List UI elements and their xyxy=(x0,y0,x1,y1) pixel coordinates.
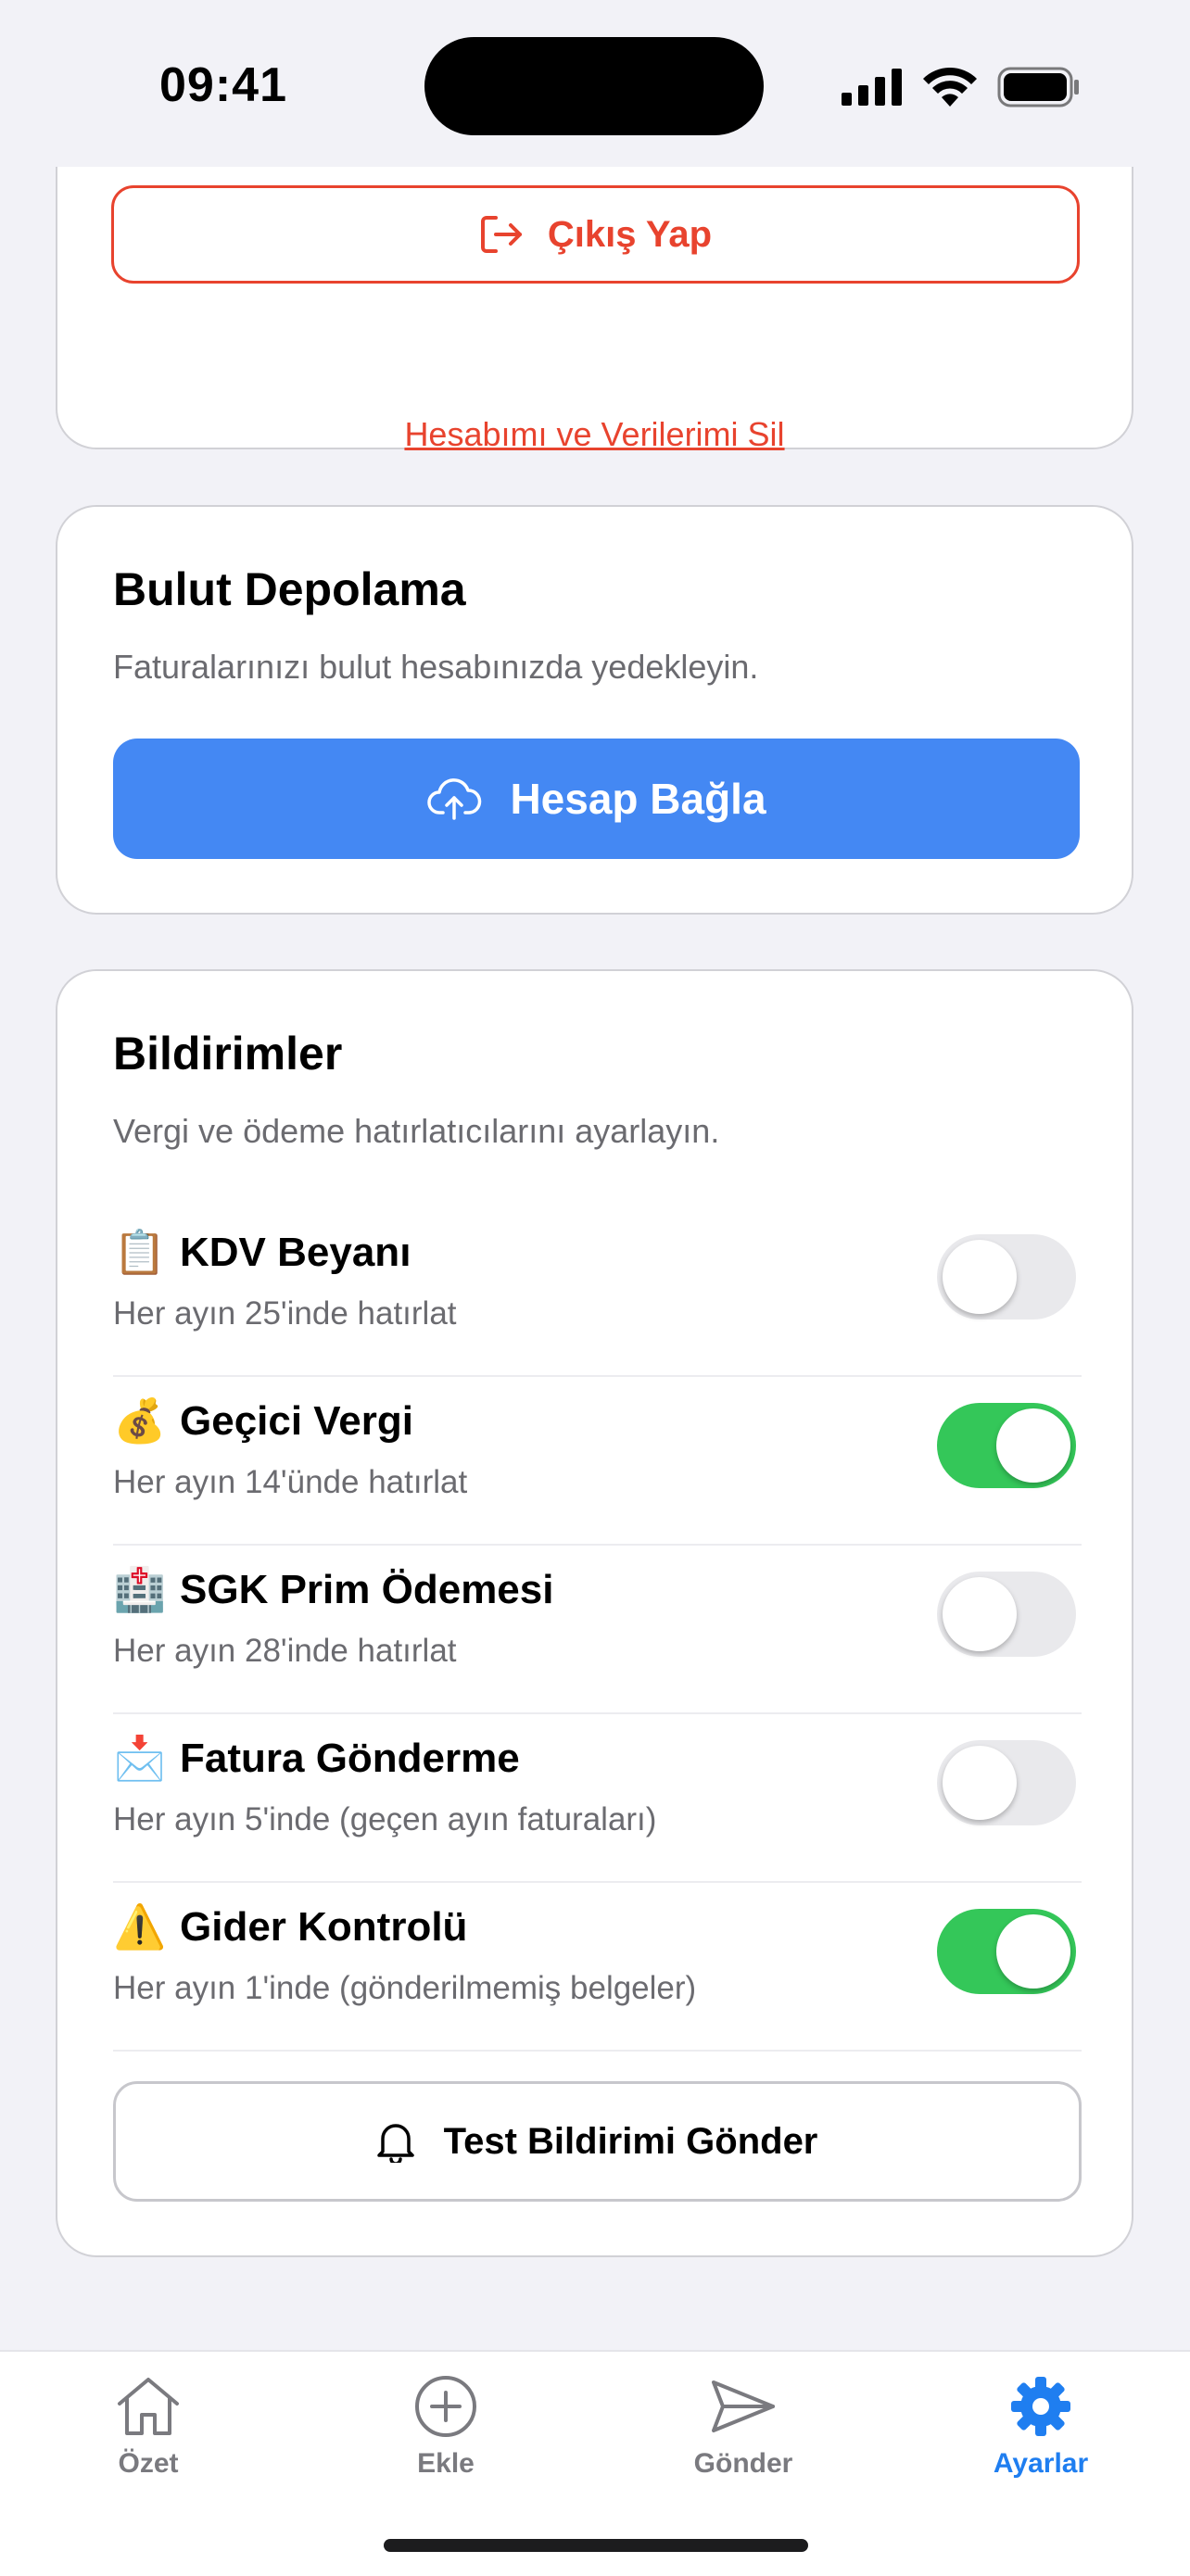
wifi-icon xyxy=(923,68,977,107)
clipboard-icon: 📋 xyxy=(113,1227,167,1277)
toggle-knob xyxy=(996,1408,1070,1483)
toggle-kdv[interactable] xyxy=(937,1234,1076,1320)
notification-row-fatura: 📩 Fatura Gönderme Her ayın 5'inde (geçen… xyxy=(113,1714,1082,1883)
toggle-gider[interactable] xyxy=(937,1909,1076,1994)
notification-title: Fatura Gönderme xyxy=(180,1735,520,1781)
home-indicator xyxy=(384,2539,808,2552)
logout-label: Çıkış Yap xyxy=(547,213,713,255)
cloud-storage-card: Bulut Depolama Faturalarınızı bulut hesa… xyxy=(56,505,1133,915)
notification-desc: Her ayın 5'inde (geçen ayın faturaları) xyxy=(113,1801,657,1837)
notification-desc: Her ayın 28'inde hatırlat xyxy=(113,1633,457,1669)
logout-button[interactable]: Çıkış Yap xyxy=(111,185,1080,284)
notifications-card: Bildirimler Vergi ve ödeme hatırlatıcıla… xyxy=(56,969,1133,2257)
envelope-icon: 📩 xyxy=(113,1733,167,1783)
notification-desc: Her ayın 1'inde (gönderilmemiş belgeler) xyxy=(113,1970,697,2006)
status-time: 09:41 xyxy=(159,58,287,112)
notification-row-gider: ⚠️ Gider Kontrolü Her ayın 1'inde (gönde… xyxy=(113,1883,1082,2052)
send-icon xyxy=(712,2380,775,2432)
tab-label: Gönder xyxy=(693,2448,793,2479)
notification-row-gecici-vergi: 💰 Geçici Vergi Her ayın 14'ünde hatırlat xyxy=(113,1377,1082,1546)
cloud-upload-icon xyxy=(427,778,482,820)
tab-ekle[interactable]: Ekle xyxy=(353,2370,538,2480)
gear-icon xyxy=(1011,2377,1070,2436)
tab-ayarlar[interactable]: Ayarlar xyxy=(948,2370,1133,2480)
notifications-title: Bildirimler xyxy=(113,1028,343,1080)
tab-label: Ekle xyxy=(417,2448,475,2479)
notification-row-sgk: 🏥 SGK Prim Ödemesi Her ayın 28'inde hatı… xyxy=(113,1546,1082,1714)
notification-title: KDV Beyanı xyxy=(180,1229,411,1275)
toggle-knob xyxy=(943,1240,1017,1314)
status-icons xyxy=(842,65,1081,109)
hospital-icon: 🏥 xyxy=(113,1564,167,1614)
test-notification-label: Test Bildirimi Gönder xyxy=(443,2120,818,2162)
notification-list: 📋 KDV Beyanı Her ayın 25'inde hatırlat 💰… xyxy=(113,1208,1082,2052)
toggle-gecici-vergi[interactable] xyxy=(937,1403,1076,1488)
notification-title: Gider Kontrolü xyxy=(180,1903,468,1950)
test-notification-button[interactable]: Test Bildirimi Gönder xyxy=(113,2081,1082,2202)
home-icon xyxy=(118,2378,179,2435)
dynamic-island xyxy=(424,37,764,135)
tab-label: Özet xyxy=(118,2448,179,2479)
tab-gonder[interactable]: Gönder xyxy=(651,2370,836,2480)
cloud-card-subtitle: Faturalarınızı bulut hesabınızda yedekle… xyxy=(113,648,759,686)
bell-icon xyxy=(376,2124,414,2163)
notification-title: SGK Prim Ödemesi xyxy=(180,1566,554,1612)
delete-account-link[interactable]: Hesabımı ve Verilerimi Sil xyxy=(57,415,1132,454)
notification-desc: Her ayın 25'inde hatırlat xyxy=(113,1295,457,1332)
battery-icon xyxy=(997,67,1079,107)
cellular-signal-icon xyxy=(842,69,902,106)
notifications-subtitle: Vergi ve ödeme hatırlatıcılarını ayarlay… xyxy=(113,1112,720,1150)
status-bar: 09:41 xyxy=(0,0,1190,167)
toggle-fatura[interactable] xyxy=(937,1740,1076,1825)
logout-icon xyxy=(480,216,522,253)
tab-label: Ayarlar xyxy=(993,2448,1089,2479)
toggle-knob xyxy=(996,1914,1070,1989)
connect-account-button[interactable]: Hesap Bağla xyxy=(113,739,1080,859)
notification-title: Geçici Vergi xyxy=(180,1397,413,1444)
connect-account-label: Hesap Bağla xyxy=(510,775,766,823)
toggle-sgk[interactable] xyxy=(937,1572,1076,1657)
money-bag-icon: 💰 xyxy=(113,1395,167,1446)
cloud-card-title: Bulut Depolama xyxy=(113,563,466,615)
plus-circle-icon xyxy=(415,2376,476,2437)
notification-desc: Her ayın 14'ünde hatırlat xyxy=(113,1464,468,1500)
tab-ozet[interactable]: Özet xyxy=(56,2370,241,2480)
notification-row-kdv: 📋 KDV Beyanı Her ayın 25'inde hatırlat xyxy=(113,1208,1082,1377)
toggle-knob xyxy=(943,1577,1017,1651)
toggle-knob xyxy=(943,1746,1017,1820)
warning-icon: ⚠️ xyxy=(113,1901,167,1951)
